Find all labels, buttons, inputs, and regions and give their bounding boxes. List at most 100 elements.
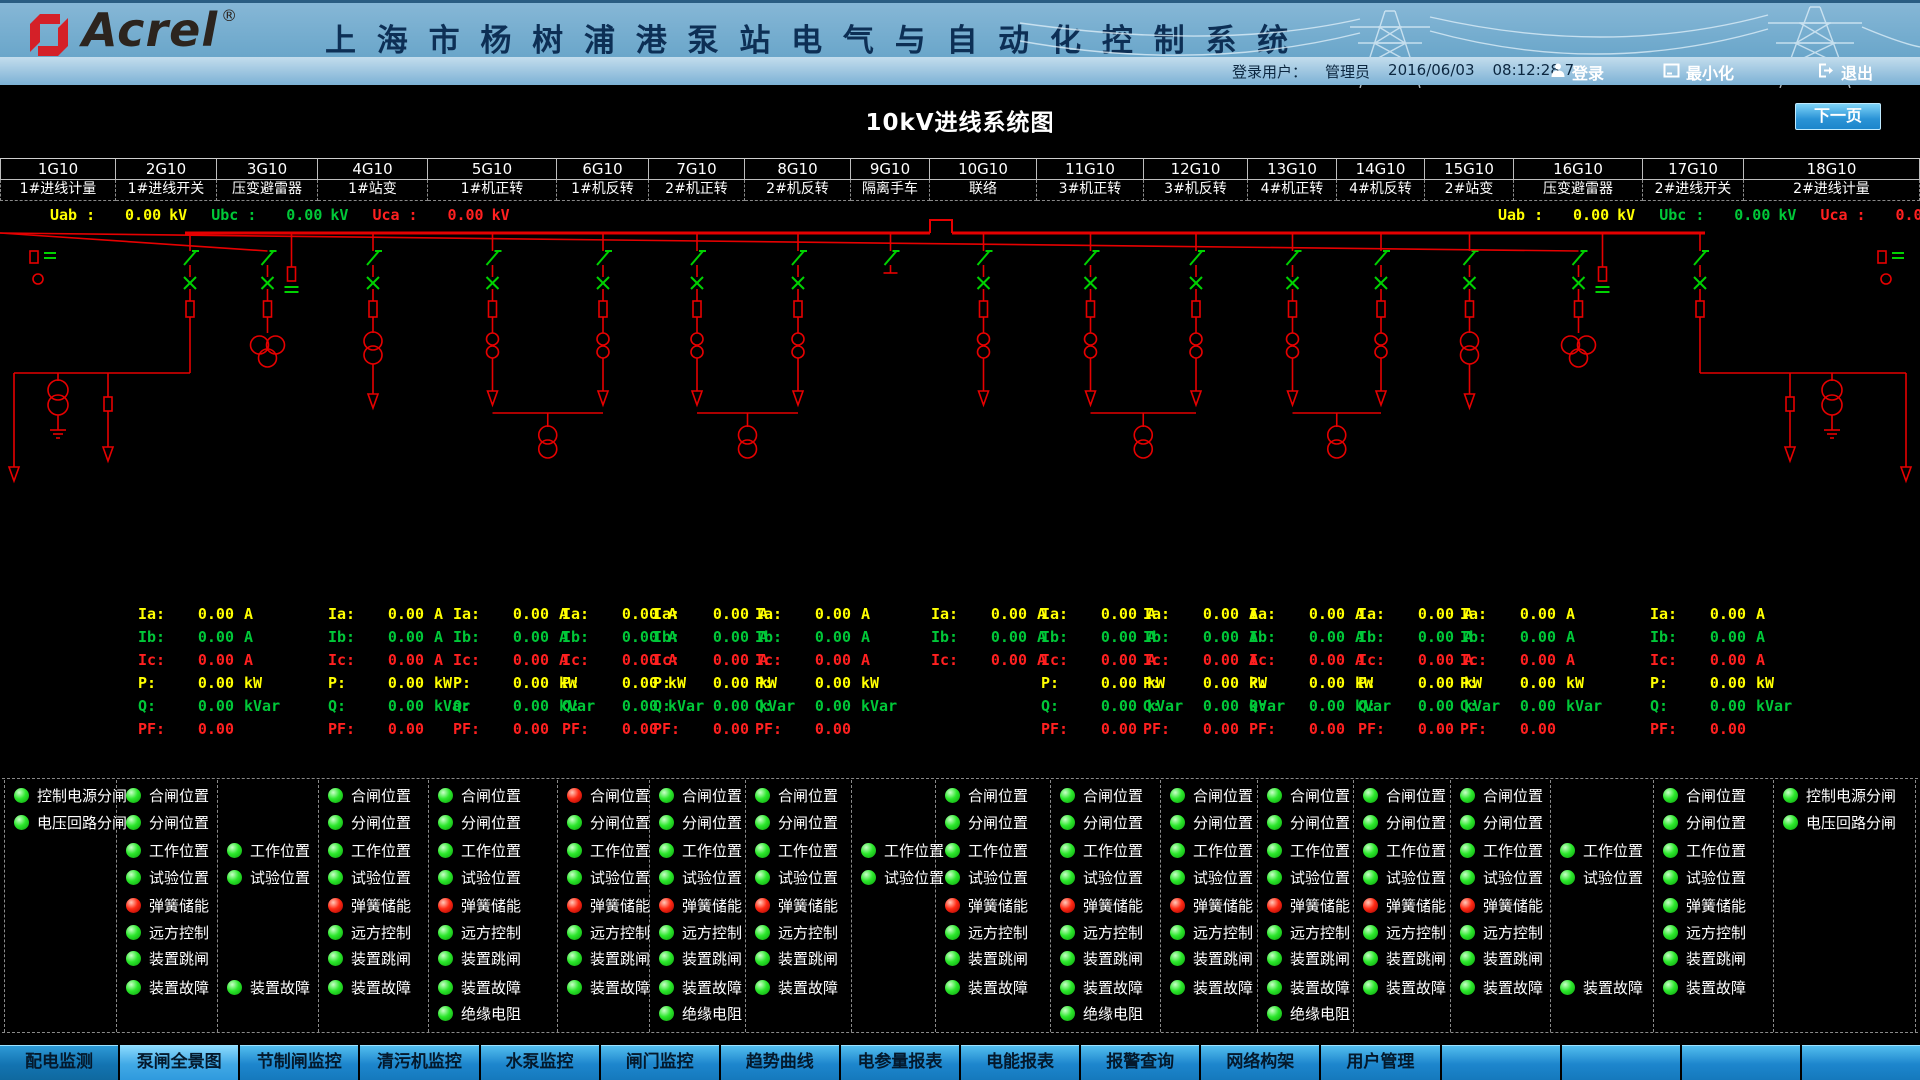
led-indicator-green [328,979,343,995]
led-indicator-green [227,979,242,995]
led-indicator-green [1363,814,1378,830]
bay-id-10G10: 10G10 [930,158,1037,180]
status-14G10-合闸位置: 合闸位置 [1363,785,1446,805]
status-label: 工作位置 [590,841,651,860]
nav-tab-blank-12[interactable] [1441,1045,1560,1080]
status-10G10-工作位置: 工作位置 [945,840,1028,860]
nav-tab-blank-13[interactable] [1561,1045,1680,1080]
status-2G10-远方控制: 远方控制 [126,922,209,942]
status-15G10-装置故障: 装置故障 [1460,977,1543,997]
led-indicator-green [1663,787,1678,803]
led-indicator-green [1060,979,1075,995]
bay-id-18G10: 18G10 [1744,158,1920,180]
led-indicator-green [1460,814,1475,830]
status-10G10-远方控制: 远方控制 [945,922,1028,942]
reading-row: P: 0.00 kW [1650,673,1775,692]
status-label: 合闸位置 [682,786,743,805]
status-label: 合闸位置 [590,786,651,805]
led-indicator-green [1170,924,1185,940]
status-label: 工作位置 [1083,841,1144,860]
bay-id-2G10: 2G10 [116,158,217,180]
led-indicator-red [1170,897,1185,913]
led-indicator-green [1267,950,1282,966]
readings-15G10: Ia: 0.00 A Ib: 0.00 A Ic: 0.00 A P: 0.00 kW Q: 0.00 kV… [1460,602,1640,740]
led-indicator-green [567,950,582,966]
status-13G10-分闸位置: 分闸位置 [1267,812,1350,832]
nav-tab-泵闸全景图[interactable]: 泵闸全景图 [120,1045,239,1080]
status-6G10-工作位置: 工作位置 [567,840,650,860]
led-indicator-green [1170,814,1185,830]
nav-tab-网络构架[interactable]: 网络构架 [1201,1045,1320,1080]
status-label: 试验位置 [884,868,945,887]
led-indicator-green [755,814,770,830]
status-label: 绝缘电阻 [461,1004,522,1023]
reading-row: Ia: 0.00 A [755,604,871,623]
status-label: 试验位置 [682,868,743,887]
reading-row: Ia: 0.00 A [1650,604,1766,623]
nav-tab-电参量报表[interactable]: 电参量报表 [840,1045,959,1080]
status-13G10-试验位置: 试验位置 [1267,867,1350,887]
minimize-icon [1663,63,1680,82]
nav-tab-闸门监控[interactable]: 闸门监控 [600,1045,719,1080]
nav-tab-用户管理[interactable]: 用户管理 [1321,1045,1440,1080]
led-indicator-green [227,842,242,858]
status-label: 弹簧储能 [351,896,412,915]
status-2G10-装置跳闸: 装置跳闸 [126,948,209,968]
led-indicator-green [126,924,141,940]
readings-17G10: Ia: 0.00 A Ib: 0.00 A Ic: 0.00 A P: 0.00 kW Q: 0.00 kV… [1650,602,1830,740]
status-12G10-工作位置: 工作位置 [1170,840,1253,860]
status-label: 分闸位置 [1386,813,1447,832]
nav-tab-blank-14[interactable] [1681,1045,1800,1080]
status-label: 试验位置 [461,868,522,887]
led-indicator-green [1267,1005,1282,1021]
nav-tab-水泵监控[interactable]: 水泵监控 [480,1045,599,1080]
status-4G10-远方控制: 远方控制 [328,922,411,942]
led-indicator-green [861,869,876,885]
status-label: 工作位置 [884,841,945,860]
status-label: 绝缘电阻 [682,1004,743,1023]
status-label: 装置跳闸 [351,949,412,968]
status-17G10-装置跳闸: 装置跳闸 [1663,948,1746,968]
led-indicator-green [438,1005,453,1021]
status-8G10-合闸位置: 合闸位置 [755,785,838,805]
reading-row: Q: 0.00 kVar [1460,696,1603,715]
bay-id-7G10: 7G10 [649,158,745,180]
status-7G10-分闸位置: 分闸位置 [659,812,742,832]
reading-row: PF: 0.00 [1650,719,1746,738]
nav-tab-趋势曲线[interactable]: 趋势曲线 [720,1045,839,1080]
led-indicator-green [1783,814,1798,830]
nav-tab-节制闸监控[interactable]: 节制闸监控 [240,1045,359,1080]
status-18G10-控制电源分闸: 控制电源分闸 [1783,785,1896,805]
nav-tab-电能报表[interactable]: 电能报表 [961,1045,1080,1080]
nav-tab-配电监测[interactable]: 配电监测 [0,1045,119,1080]
exit-button[interactable]: 退出 [1818,60,1873,84]
status-2G10-分闸位置: 分闸位置 [126,812,209,832]
led-indicator-green [1060,787,1075,803]
status-label: 合闸位置 [1386,786,1447,805]
reading-row: Ia: 0.00 A [1460,604,1576,623]
led-indicator-green [438,787,453,803]
led-indicator-green [126,814,141,830]
status-5G10-弹簧储能: 弹簧储能 [438,895,521,915]
status-11G10-远方控制: 远方控制 [1060,922,1143,942]
status-11G10-工作位置: 工作位置 [1060,840,1143,860]
status-column-divider [1653,780,1654,1032]
next-page-button[interactable]: 下一页 [1795,103,1881,130]
nav-tab-报警查询[interactable]: 报警查询 [1081,1045,1200,1080]
status-13G10-装置跳闸: 装置跳闸 [1267,948,1350,968]
single-line-diagram [0,200,1920,599]
login-button[interactable]: 登录 [1550,60,1604,84]
status-18G10-电压回路分闸: 电压回路分闸 [1783,812,1896,832]
status-label: 装置故障 [149,978,210,997]
nav-tab-blank-15[interactable] [1801,1045,1920,1080]
nav-tab-清污机监控[interactable]: 清污机监控 [360,1045,479,1080]
status-5G10-装置跳闸: 装置跳闸 [438,948,521,968]
led-indicator-green [328,924,343,940]
status-label: 分闸位置 [682,813,743,832]
status-16G10-工作位置: 工作位置 [1560,840,1643,860]
bay-name-9G10: 隔离手车 [851,180,930,201]
status-column-divider [1773,780,1774,1032]
minimize-button[interactable]: 最小化 [1663,60,1734,84]
status-label: 试验位置 [590,868,651,887]
status-11G10-装置跳闸: 装置跳闸 [1060,948,1143,968]
